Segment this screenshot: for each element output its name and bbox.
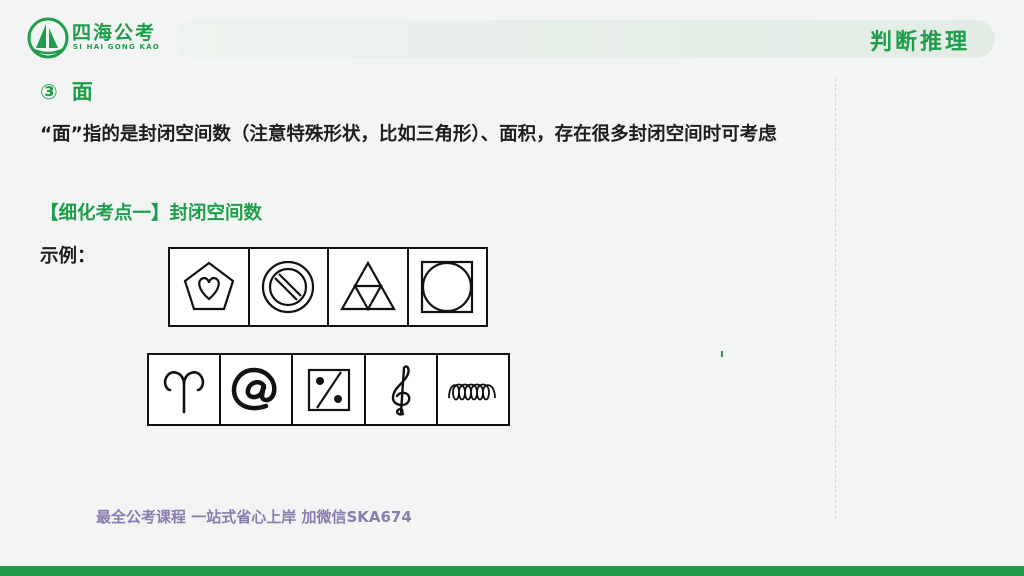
subheading: 【细化考点一】封闭空间数 (40, 203, 263, 224)
figure-cell (409, 249, 487, 325)
brand-subtitle: SI HAI GONG KAO (73, 43, 160, 51)
section-title: 判断推理 (869, 30, 970, 55)
figure-cell (250, 249, 329, 325)
logo: 四海公考 SI HAI GONG KAO (26, 16, 176, 60)
figure-cell (366, 355, 438, 424)
circle-in-square-icon (421, 260, 474, 314)
example-label: 示例： (40, 246, 96, 267)
figure-cell (293, 355, 366, 424)
at-sign-icon (232, 367, 277, 410)
heading-text: 面 (71, 80, 93, 104)
sailboat-logo-icon (27, 17, 69, 59)
mark (721, 351, 723, 357)
heading-number: ③ (40, 80, 58, 104)
figure-row-2 (147, 353, 510, 426)
coil-icon (448, 383, 496, 400)
footer-bar (0, 566, 1024, 576)
aries-symbol-icon (163, 370, 205, 413)
divider (835, 78, 836, 518)
figure-cell (170, 249, 250, 325)
figure-row-1 (168, 247, 488, 327)
nested-triangles-icon (339, 260, 396, 312)
definition-paragraph: “面”指的是封闭空间数（注意特殊形状，比如三角形）、面积，存在很多封闭空间时可考… (40, 124, 777, 145)
figure-cell (438, 355, 508, 424)
circle-slash-icon (262, 260, 315, 314)
figure-cell (149, 355, 222, 424)
pentagon-heart-icon (183, 261, 235, 311)
figure-cell (221, 355, 294, 424)
watermark: 最全公考课程 一站式省心上岸 加微信SKA674 (96, 508, 412, 526)
brand-name: 四海公考 (72, 22, 157, 44)
treble-clef-icon (391, 364, 411, 416)
page-heading: ③面 (40, 76, 93, 106)
percent-box-icon (307, 368, 350, 411)
figure-cell (329, 249, 409, 325)
